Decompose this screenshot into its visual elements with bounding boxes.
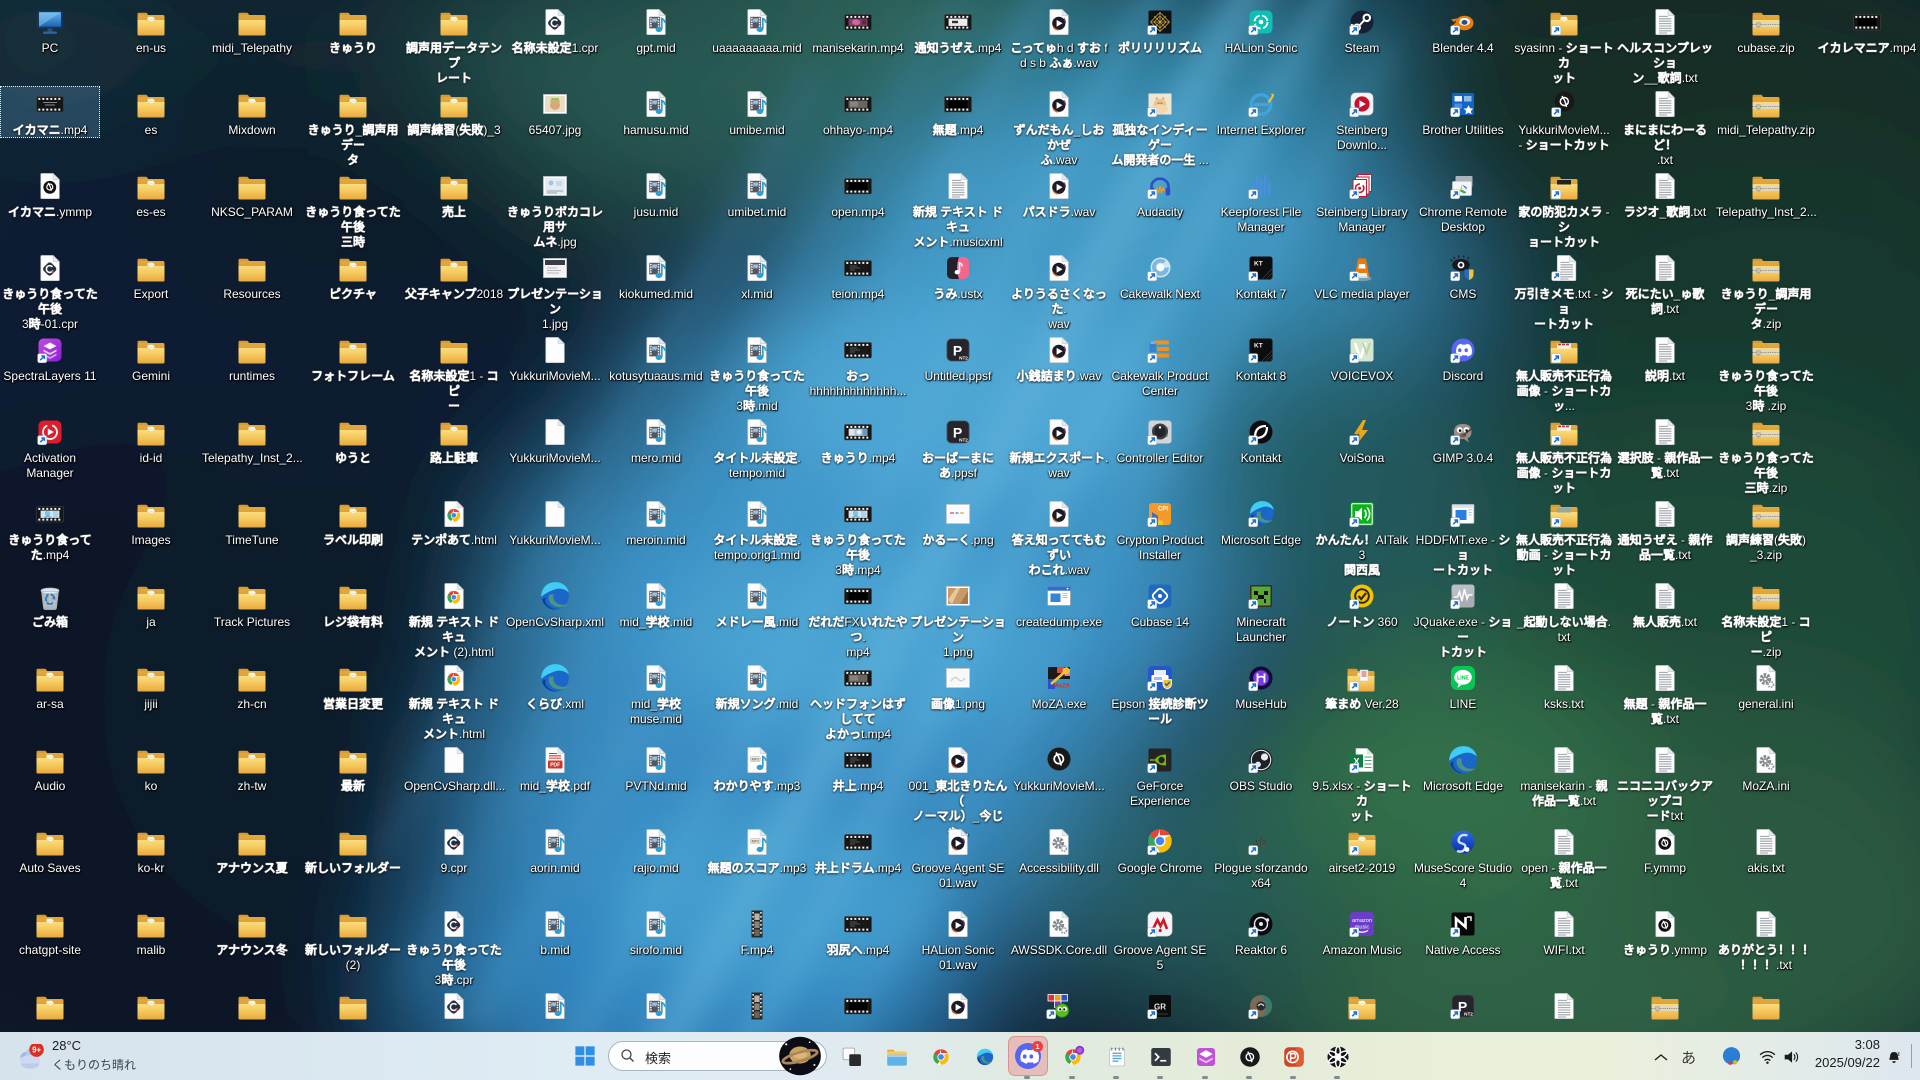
svg-text:9+: 9+ bbox=[32, 1045, 41, 1054]
svg-text:PDF: PDF bbox=[550, 763, 560, 769]
svg-text:KT: KT bbox=[1254, 261, 1263, 268]
svg-text:NT2: NT2 bbox=[959, 356, 968, 361]
svg-text:MP3: MP3 bbox=[752, 839, 759, 843]
svg-text:MoZA: MoZA bbox=[1053, 684, 1070, 690]
svg-text:1: 1 bbox=[1035, 1042, 1039, 1051]
svg-text:LINE: LINE bbox=[1457, 675, 1469, 681]
svg-text:z: z bbox=[1897, 1051, 1900, 1057]
svg-text:KT: KT bbox=[1254, 343, 1263, 350]
svg-text:amazon: amazon bbox=[1352, 918, 1372, 924]
svg-text:CPI: CPI bbox=[1158, 507, 1168, 513]
svg-text:NT2: NT2 bbox=[1464, 1012, 1473, 1017]
svg-text:NT2: NT2 bbox=[959, 438, 968, 443]
svg-text:MP3: MP3 bbox=[752, 757, 759, 761]
